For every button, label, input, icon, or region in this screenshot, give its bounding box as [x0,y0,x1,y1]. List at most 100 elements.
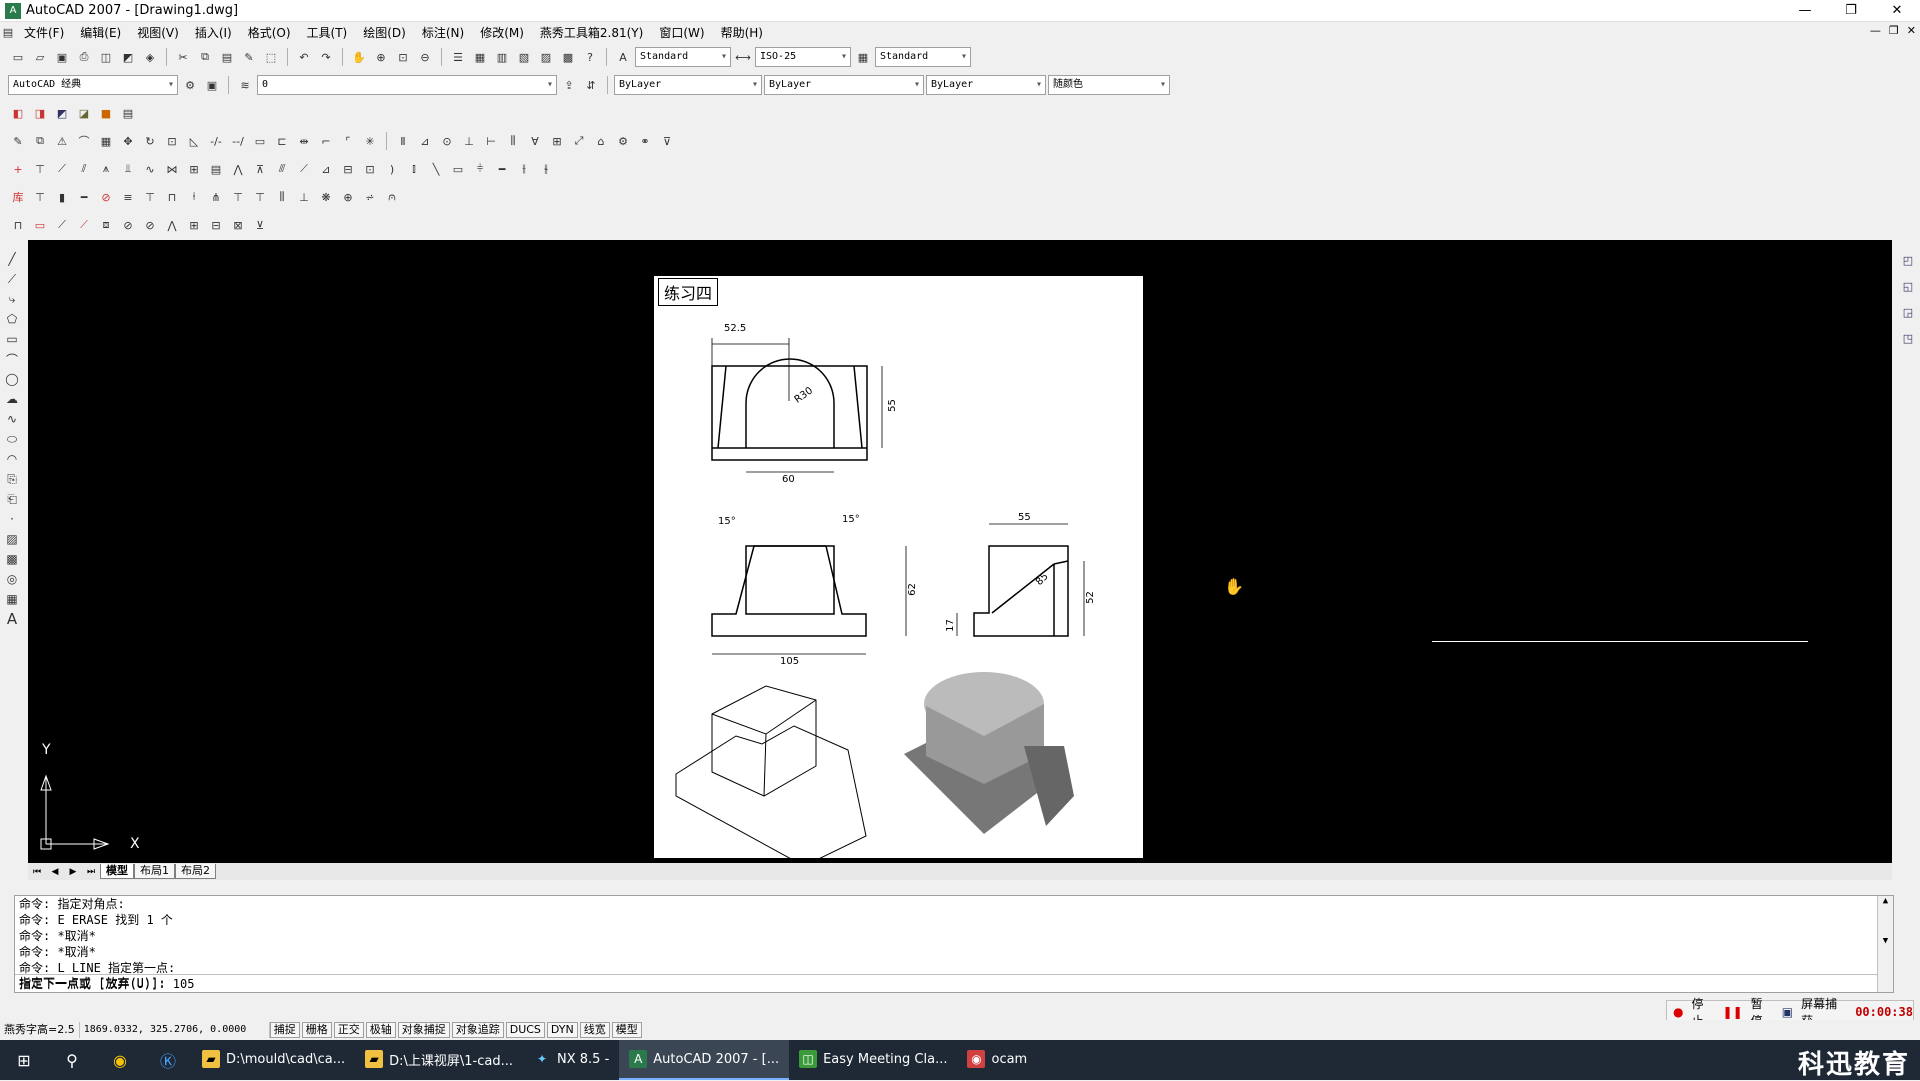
yx-tool-icon[interactable]: ⊤ [30,187,50,207]
copy-object-icon[interactable]: ⧉ [30,131,50,151]
next-tab-button[interactable]: ▶ [64,867,82,877]
yx-tool-icon[interactable]: ⋀ [228,159,248,179]
taskbar-item-easy-meeting[interactable]: ◫ Easy Meeting Cla... [789,1040,957,1080]
stretch-icon[interactable]: ◺ [184,131,204,151]
menu-view[interactable]: 视图(V) [129,24,187,41]
yx-tool-icon[interactable]: ⊻ [250,215,270,235]
hatch-icon[interactable]: ▨ [3,530,21,548]
layer-manager-icon[interactable]: ≋ [235,75,255,95]
offset-icon[interactable]: ⌒ [74,131,94,151]
yx-tool-icon[interactable]: ▭ [448,159,468,179]
doc-restore-button[interactable]: ❐ [1889,24,1899,37]
tool-icon[interactable]: ◧ [8,103,28,123]
yx-tool-icon[interactable]: ⊟ [206,215,226,235]
mirror-icon[interactable]: ⚠ [52,131,72,151]
yx-tool-icon[interactable]: ⋀ [162,215,182,235]
undo-icon[interactable]: ↶ [294,47,314,67]
multiline-text-icon[interactable]: A [3,610,21,628]
yx-tool-icon[interactable]: ) [382,159,402,179]
explode2-icon[interactable]: ✳ [360,131,380,151]
menu-insert[interactable]: 插入(I) [187,24,240,41]
markup-icon[interactable]: ▨ [536,47,556,67]
table-icon[interactable]: ▦ [3,590,21,608]
yx-tool-icon[interactable]: ⊓ [162,187,182,207]
yx-tool-icon[interactable]: ⟋ [52,159,72,179]
3d-dwf-icon[interactable]: ◈ [140,47,160,67]
rectangle-icon[interactable]: ▭ [3,330,21,348]
tool-icon[interactable]: ■ [96,103,116,123]
yx-tool-icon[interactable]: ⊘ [140,215,160,235]
yx-tool-icon[interactable]: ⫲ [514,159,534,179]
menu-modify[interactable]: 修改(M) [472,24,532,41]
menu-tools[interactable]: 工具(T) [299,24,356,41]
table-style-combo[interactable]: Standard [875,47,971,67]
circle-icon[interactable]: ◯ [3,370,21,388]
yx-tool-icon[interactable]: ⊞ [184,159,204,179]
extend-icon[interactable]: --/ [228,131,248,151]
yx-tool-icon[interactable]: ⊞ [184,215,204,235]
start-button[interactable]: ⊞ [0,1040,48,1080]
taskbar-item-autocad[interactable]: A AutoCAD 2007 - [... [619,1040,790,1080]
match-properties-icon[interactable]: ✎ [239,47,259,67]
move-icon[interactable]: ✥ [118,131,138,151]
publish-icon[interactable]: ◩ [118,47,138,67]
polyline-icon[interactable]: ⤷ [3,290,21,308]
arc-icon[interactable]: ⌒ [3,350,21,368]
yx-tool-icon[interactable]: ⊽ [657,131,677,151]
yx-tool-icon[interactable]: ⊙ [437,131,457,151]
new-icon[interactable]: ▭ [8,47,28,67]
yx-tool-icon[interactable]: ∿ [140,159,160,179]
yx-tool-icon[interactable]: ⫼ [503,131,523,151]
polar-toggle[interactable]: 极轴 [365,1022,396,1038]
insert-block-icon[interactable]: ⎘ [3,470,21,488]
construction-line-icon[interactable]: ⟋ [3,270,21,288]
yx-tool-icon[interactable]: ⊡ [360,159,380,179]
copy-icon[interactable]: ⧉ [195,47,215,67]
dim-style-icon[interactable]: ⟷ [733,47,753,67]
drawing-canvas[interactable]: 练习四 52.5 R30 55 60 15° 15° 62 105 55 85 … [28,240,1892,863]
workspace-combo[interactable]: AutoCAD 经典 [8,75,178,95]
command-prompt-input[interactable]: 指定下一点或 [放弃(U)]: [15,974,1893,992]
yx-tool-icon[interactable]: ⊥ [459,131,479,151]
yx-tool-icon[interactable]: + [8,159,28,179]
yx-tool-icon[interactable]: ⊥ [294,187,314,207]
tool-icon[interactable]: ◩ [52,103,72,123]
region-icon[interactable]: ◎ [3,570,21,588]
spline-icon[interactable]: ∿ [3,410,21,428]
yx-tool-icon[interactable]: ⊘ [96,187,116,207]
text-style-combo[interactable]: Standard [635,47,731,67]
help-icon[interactable]: ? [580,47,600,67]
k-app-icon[interactable]: Ⓚ [144,1040,192,1080]
taskbar-item-nx[interactable]: ✦ NX 8.5 - [523,1040,619,1080]
viewport-icon[interactable]: ◰ [1898,250,1918,270]
yx-tool-icon[interactable]: ⫳ [536,159,556,179]
linetype-combo[interactable]: ByLayer [764,75,924,95]
taskbar-item-ocam[interactable]: ◉ ocam [957,1040,1037,1080]
yx-tool-icon[interactable]: ⫩ [470,159,490,179]
tool-icon[interactable]: ◪ [74,103,94,123]
otrack-toggle[interactable]: 对象追踪 [451,1022,504,1038]
restore-button[interactable]: ❐ [1828,0,1874,22]
sheet-set-icon[interactable]: ▧ [514,47,534,67]
revision-cloud-icon[interactable]: ☁ [3,390,21,408]
command-window[interactable]: 命令: 指定对角点: 命令: E ERASE 找到 1 个 命令: *取消* 命… [14,895,1894,993]
yx-tool-icon[interactable]: ╲ [426,159,446,179]
open-icon[interactable]: ▱ [30,47,50,67]
viewport-icon[interactable]: ◲ [1898,302,1918,322]
workspace-settings-icon[interactable]: ⚙ [180,75,200,95]
break-icon[interactable]: ▭ [250,131,270,151]
command-scrollbar[interactable]: ▲ ▼ [1877,896,1893,992]
yx-tool-icon[interactable]: ❋ [316,187,336,207]
yx-tool-icon[interactable]: ∀ [525,131,545,151]
taskbar-item-folder-mould[interactable]: ▰ D:\mould\cad\ca... [192,1040,355,1080]
model-toggle[interactable]: 模型 [611,1022,642,1038]
ellipse-icon[interactable]: ⬭ [3,430,21,448]
yx-tool-icon[interactable]: ⊤ [30,159,50,179]
search-icon[interactable]: ⚲ [48,1040,96,1080]
drawn-line[interactable] [1432,641,1808,642]
zoom-realtime-icon[interactable]: ⊕ [371,47,391,67]
yx-tool-icon[interactable]: ⟋ [52,215,72,235]
calculator-icon[interactable]: ▩ [558,47,578,67]
doc-minimize-button[interactable]: — [1870,24,1881,37]
rotate-icon[interactable]: ↻ [140,131,160,151]
